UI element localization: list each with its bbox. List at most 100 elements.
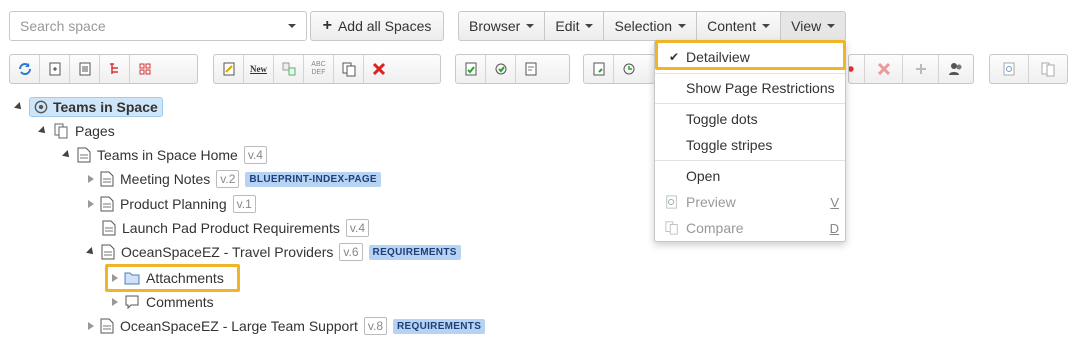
delete-red-icon[interactable] (364, 55, 394, 83)
page-export-icon[interactable] (516, 55, 546, 83)
preview-icon[interactable] (990, 55, 1029, 83)
menu-item-compare[interactable]: Compare D (655, 216, 845, 240)
check-icon: ✔ (669, 50, 680, 64)
toolbar-group-pages (583, 54, 655, 84)
tree-item-label: OceanSpaceEZ - Large Team Support (120, 318, 358, 334)
menu-item-open[interactable]: Open (655, 164, 845, 188)
add-all-spaces-button[interactable]: + Add all Spaces (310, 11, 444, 41)
abc-text: ABC (311, 61, 326, 68)
toolbar-group-approve (455, 54, 570, 84)
collapsed-arrow-icon[interactable] (88, 322, 94, 330)
compare-icon (665, 221, 678, 235)
tree-home-row[interactable]: Teams in Space Home v.4 (62, 144, 267, 166)
tree-item-product-planning[interactable]: Product Planning v.1 (88, 193, 256, 215)
page-icon (77, 147, 91, 163)
tree-item-label: Meeting Notes (120, 171, 211, 187)
menu-item-label: Toggle stripes (686, 137, 773, 153)
preview-icon (666, 195, 677, 209)
page-icon (101, 244, 115, 260)
tree-item-label: Product Planning (120, 196, 227, 212)
new-icon[interactable]: New (244, 55, 274, 83)
menu-view[interactable]: View (781, 11, 847, 41)
toolbar-group-preview (989, 54, 1068, 84)
page-add-icon[interactable] (584, 55, 614, 83)
menubar: Browser Edit Selection Content View (458, 11, 847, 41)
version-badge: v.2 (216, 170, 240, 188)
collapsed-arrow-icon[interactable] (88, 175, 94, 183)
tree-item-large-team-support[interactable]: OceanSpaceEZ - Large Team Support v.8 RE… (88, 315, 486, 337)
menu-content-label: Content (707, 18, 757, 34)
page-refresh-icon[interactable] (614, 55, 644, 83)
comment-icon (125, 295, 139, 310)
label-badge: REQUIREMENTS (393, 318, 486, 334)
copy-icon[interactable] (334, 55, 364, 83)
menu-selection[interactable]: Selection (604, 11, 698, 41)
search-input[interactable]: Search space (9, 11, 307, 41)
tree-item-attachments[interactable]: Attachments (112, 267, 224, 289)
tree-item-travel-providers[interactable]: OceanSpaceEZ - Travel Providers v.6 REQU… (86, 241, 461, 263)
tree-item-launch-pad[interactable]: Launch Pad Product Requirements v.4 (102, 217, 370, 239)
collapsed-arrow-icon[interactable] (112, 298, 118, 306)
refresh-icon[interactable] (10, 55, 40, 83)
collapsed-arrow-icon[interactable] (88, 200, 94, 208)
chevron-down-icon (585, 24, 594, 28)
version-badge: v.6 (339, 243, 363, 261)
label-badge: REQUIREMENTS (368, 244, 461, 260)
tree-root[interactable]: Teams in Space (29, 97, 163, 117)
menu-browser-label: Browser (469, 18, 521, 34)
expanded-arrow-icon[interactable] (86, 247, 96, 257)
search-placeholder: Search space (20, 18, 106, 34)
chevron-down-icon (762, 24, 771, 28)
expanded-arrow-icon[interactable] (62, 150, 72, 160)
plus-icon: + (322, 17, 332, 34)
menu-item-toggle-dots[interactable]: Toggle dots (655, 107, 845, 131)
folder-icon (124, 272, 140, 285)
tree-root-row[interactable]: Teams in Space (14, 96, 163, 118)
menu-selection-label: Selection (614, 18, 673, 34)
approve-icon[interactable] (456, 55, 486, 83)
chevron-down-icon (827, 24, 836, 28)
tree-item-comments[interactable]: Comments (112, 291, 214, 313)
abc-def-icon[interactable]: ABC DEF (304, 55, 334, 83)
add-page-icon[interactable] (40, 55, 70, 83)
page-icon (102, 220, 116, 236)
menu-browser[interactable]: Browser (458, 11, 546, 41)
menu-item-label: Toggle dots (686, 111, 758, 127)
chevron-down-icon[interactable] (288, 24, 296, 28)
toolbar-group-manage (848, 54, 974, 84)
delete-gray-icon[interactable] (865, 55, 903, 83)
collapsed-arrow-icon[interactable] (112, 274, 118, 282)
tree-red-icon[interactable] (100, 55, 130, 83)
shortcut-key: D (829, 220, 839, 236)
edit-page-icon[interactable] (214, 55, 244, 83)
partial-red-icon[interactable] (849, 55, 865, 83)
menu-edit-label: Edit (555, 18, 580, 34)
tree-grid-icon[interactable] (130, 55, 160, 83)
move-icon[interactable] (274, 55, 304, 83)
menu-content[interactable]: Content (697, 11, 782, 41)
approve-cycle-icon[interactable] (486, 55, 516, 83)
plus-gray-icon[interactable] (903, 55, 939, 83)
tree-item-label: Launch Pad Product Requirements (122, 220, 340, 236)
users-icon[interactable] (939, 55, 973, 83)
tree-home-label: Teams in Space Home (97, 147, 238, 163)
page-icon (100, 196, 114, 212)
tree-item-meeting-notes[interactable]: Meeting Notes v.2 BLUEPRINT-INDEX-PAGE (88, 168, 381, 190)
expanded-arrow-icon[interactable] (14, 102, 24, 112)
tree-item-label: Comments (146, 294, 214, 310)
chevron-down-icon (678, 24, 687, 28)
page-list-icon[interactable] (70, 55, 100, 83)
menu-item-preview[interactable]: Preview V (655, 190, 845, 214)
version-badge: v.4 (243, 146, 267, 164)
menu-item-detailview[interactable]: ✔ Detailview (655, 45, 845, 69)
menu-item-show-page-restrictions[interactable]: Show Page Restrictions (655, 76, 845, 100)
expanded-arrow-icon[interactable] (38, 126, 48, 136)
toolbar-group-edit: New ABC DEF (213, 54, 441, 84)
compare-icon[interactable] (1029, 55, 1067, 83)
tree-pages-row[interactable]: Pages (38, 120, 115, 142)
add-all-spaces-label: Add all Spaces (337, 18, 432, 34)
menu-item-toggle-stripes[interactable]: Toggle stripes (655, 133, 845, 157)
menu-edit[interactable]: Edit (545, 11, 605, 41)
tree-pages-label: Pages (75, 123, 115, 139)
pages-icon (54, 123, 68, 139)
